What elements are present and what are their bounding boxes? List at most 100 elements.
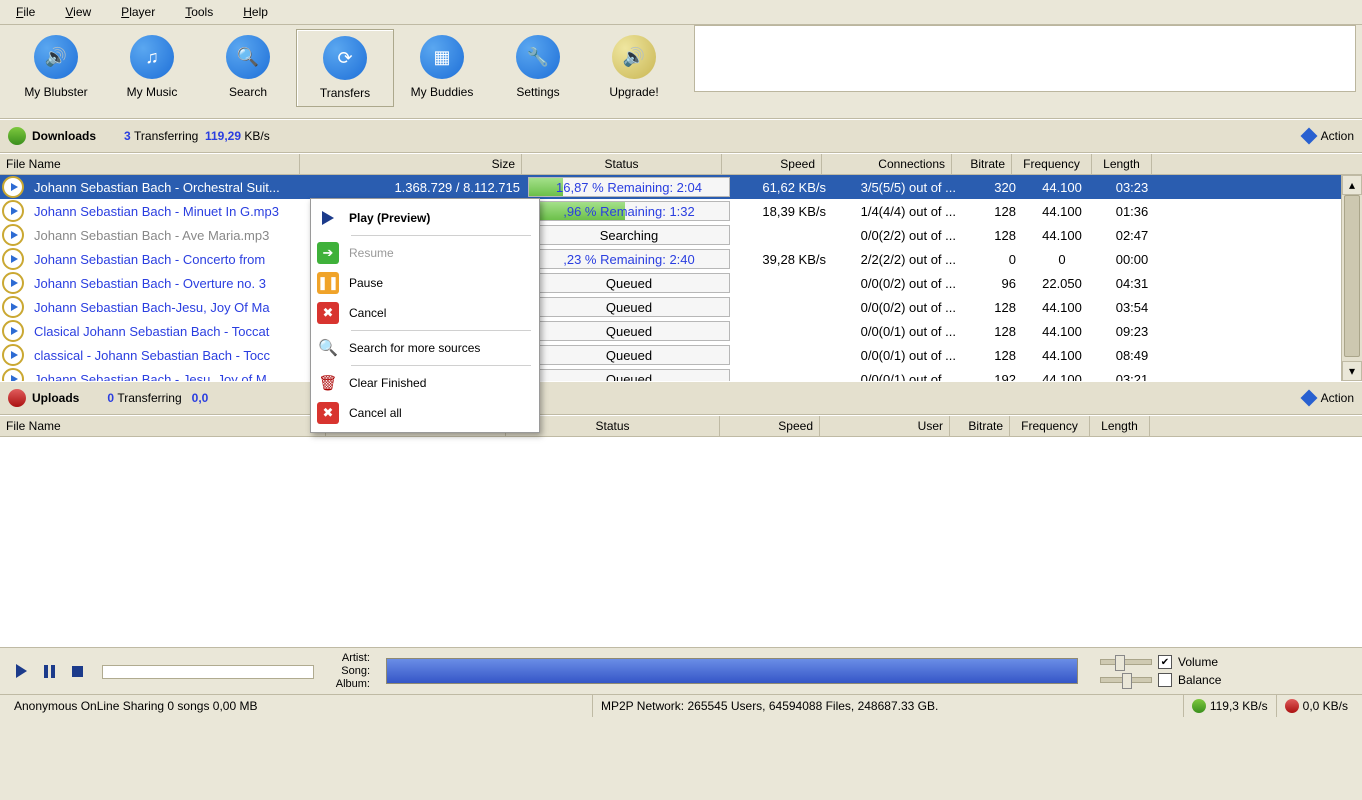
volume-checkbox[interactable]: ✔ [1158,655,1172,669]
col-speed[interactable]: Speed [722,154,822,174]
track-meta: Artist: Song: Album: [326,652,374,691]
track-progress[interactable] [102,665,314,679]
download-row[interactable]: Johann Sebastian Bach - Concerto from,23… [0,247,1362,271]
music-icon: ♫ [130,35,174,79]
file-length: 01:36 [1102,204,1162,219]
uploads-action-button[interactable]: Action [1321,391,1354,405]
file-name: Johann Sebastian Bach - Concerto from [28,252,304,267]
scrollbar[interactable]: ▴ ▾ [1341,175,1362,381]
file-name: Clasical Johann Sebastian Bach - Toccat [28,324,304,339]
status-bar: Anonymous OnLine Sharing 0 songs 0,00 MB… [0,694,1362,717]
file-status: Searching [528,225,730,245]
file-icon [2,296,24,318]
col-length[interactable]: Length [1090,416,1150,436]
ctx-search-more[interactable]: Search for more sources [311,333,539,363]
toolbar-my-buddies[interactable]: ▦My Buddies [394,29,490,105]
file-bitrate: 128 [962,324,1022,339]
ctx-cancel-all[interactable]: ✖Cancel all [311,398,539,428]
file-icon [2,320,24,342]
menu-tools[interactable]: Tools [179,3,219,21]
pause-button[interactable] [42,664,56,678]
col-user[interactable]: User [820,416,950,436]
ctx-resume[interactable]: ➔Resume [311,238,539,268]
col-speed[interactable]: Speed [720,416,820,436]
file-icon [2,272,24,294]
file-frequency: 44.100 [1022,228,1102,243]
file-frequency: 44.100 [1022,180,1102,195]
download-row[interactable]: Clasical Johann Sebastian Bach - ToccatQ… [0,319,1362,343]
download-row[interactable]: Johann Sebastian Bach - Minuet In G.mp3,… [0,199,1362,223]
file-name: Johann Sebastian Bach-Jesu, Joy Of Ma [28,300,304,315]
file-connections: 3/5(5/5) out of ... [832,180,962,195]
file-connections: 0/0(2/2) out of ... [832,228,962,243]
menu-file[interactable]: FFileile [10,3,41,21]
col-frequency[interactable]: Frequency [1012,154,1092,174]
settings-icon: 🔧 [516,35,560,79]
file-frequency: 44.100 [1022,372,1102,382]
downloads-state: Transferring [134,129,198,143]
col-bitrate[interactable]: Bitrate [950,416,1010,436]
file-length: 00:00 [1102,252,1162,267]
search-icon: 🔍 [226,35,270,79]
col-filename[interactable]: File Name [0,416,326,436]
col-size[interactable]: Size [300,154,522,174]
download-row[interactable]: classical - Johann Sebastian Bach - Tocc… [0,343,1362,367]
upgrade-icon: 🔊 [612,35,656,79]
col-filename[interactable]: File Name [0,154,300,174]
toolbar-my-music[interactable]: ♫My Music [104,29,200,105]
stop-button[interactable] [70,664,84,678]
col-connections[interactable]: Connections [822,154,952,174]
file-icon [2,176,24,198]
col-bitrate[interactable]: Bitrate [952,154,1012,174]
ctx-pause[interactable]: ❚❚Pause [311,268,539,298]
menu-view[interactable]: View [59,3,97,21]
toolbar-transfers[interactable]: ⟳Transfers [296,29,394,107]
toolbar-settings[interactable]: 🔧Settings [490,29,586,105]
file-connections: 0/0(0/1) out of ... [832,324,962,339]
download-row[interactable]: Johann Sebastian Bach - Orchestral Suit.… [0,175,1362,199]
col-length[interactable]: Length [1092,154,1152,174]
status-sharing: Anonymous OnLine Sharing 0 songs 0,00 MB [6,695,593,717]
toolbar-my-blubster[interactable]: 🔊My Blubster [8,29,104,105]
file-status: 16,87 % Remaining: 2:04 [528,177,730,197]
uploads-list [0,437,1362,647]
scroll-up-icon[interactable]: ▴ [1342,175,1362,195]
volume-control[interactable]: ✔ Volume [1100,655,1221,669]
buddies-icon: ▦ [420,35,464,79]
file-bitrate: 128 [962,228,1022,243]
balance-checkbox[interactable] [1158,673,1172,687]
file-bitrate: 128 [962,348,1022,363]
play-button[interactable] [14,664,28,678]
file-bitrate: 96 [962,276,1022,291]
file-length: 02:47 [1102,228,1162,243]
download-row[interactable]: Johann Sebastian Bach - Ave Maria.mp3Sea… [0,223,1362,247]
download-row[interactable]: Johann Sebastian Bach - Jesu, Joy of MQu… [0,367,1362,381]
download-row[interactable]: Johann Sebastian Bach-Jesu, Joy Of MaQue… [0,295,1362,319]
file-icon [2,248,24,270]
resume-icon: ➔ [317,242,339,264]
ctx-cancel[interactable]: ✖Cancel [311,298,539,328]
balance-control[interactable]: Balance [1100,673,1221,687]
scroll-thumb[interactable] [1344,195,1360,357]
toolbar-search[interactable]: 🔍Search [200,29,296,105]
status-network: MP2P Network: 265545 Users, 64594088 Fil… [593,695,1184,717]
col-frequency[interactable]: Frequency [1010,416,1090,436]
scroll-down-icon[interactable]: ▾ [1342,361,1362,381]
menu-player[interactable]: Player [115,3,161,21]
file-connections: 2/2(2/2) out of ... [832,252,962,267]
file-icon [2,344,24,366]
ctx-play-preview[interactable]: Play (Preview) [311,203,539,233]
cancel-all-icon: ✖ [317,402,339,424]
file-size: 1.368.729 / 8.112.715 [304,180,526,195]
file-connections: 0/0(0/1) out of ... [832,372,962,382]
toolbar-upgrade[interactable]: 🔊Upgrade! [586,29,682,105]
downloads-unit: KB/s [244,129,269,143]
menu-help[interactable]: Help [237,3,274,21]
col-status[interactable]: Status [522,154,722,174]
file-bitrate: 128 [962,300,1022,315]
file-status: Queued [528,369,730,381]
ctx-clear-finished[interactable]: Clear Finished [311,368,539,398]
file-frequency: 44.100 [1022,348,1102,363]
download-row[interactable]: Johann Sebastian Bach - Overture no. 3Qu… [0,271,1362,295]
downloads-action-button[interactable]: Action [1321,129,1354,143]
